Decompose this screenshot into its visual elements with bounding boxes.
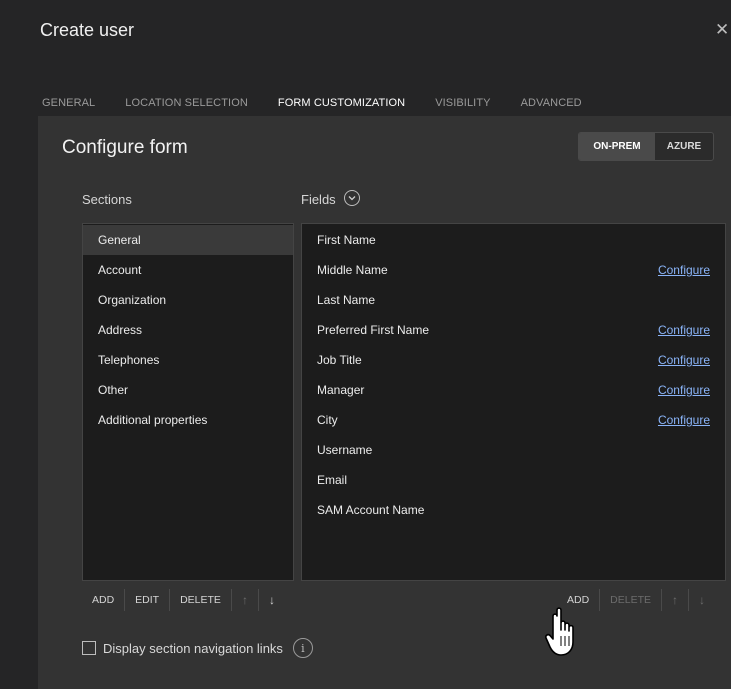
- field-name: Manager: [317, 383, 365, 397]
- field-row[interactable]: Email: [302, 465, 725, 495]
- configure-link[interactable]: Configure: [658, 323, 710, 337]
- configure-link[interactable]: Configure: [658, 353, 710, 367]
- section-item-label: Account: [98, 263, 142, 277]
- field-row[interactable]: City Configure: [302, 405, 725, 435]
- field-name: SAM Account Name: [317, 503, 425, 517]
- dialog-title: Create user: [40, 20, 135, 40]
- section-item-label: Organization: [98, 293, 167, 307]
- section-item-organization[interactable]: Organization: [83, 285, 293, 315]
- display-nav-links-option: Display section navigation links i: [82, 638, 313, 658]
- chevron-down-circle-icon[interactable]: [344, 190, 360, 206]
- move-down-icon[interactable]: ↓: [259, 587, 285, 613]
- sections-label: Sections: [82, 192, 132, 207]
- field-row[interactable]: Middle Name Configure: [302, 255, 725, 285]
- field-name: Email: [317, 473, 348, 487]
- section-item-label: General: [98, 233, 141, 247]
- field-row[interactable]: Last Name: [302, 285, 725, 315]
- add-section-button[interactable]: ADD: [82, 587, 124, 613]
- tab-bar: GENERAL LOCATION SELECTION FORM CUSTOMIZ…: [42, 97, 612, 109]
- section-item-label: Additional properties: [98, 413, 208, 427]
- section-item-other[interactable]: Other: [83, 375, 293, 405]
- hand-cursor-icon: [545, 607, 574, 656]
- mode-toggle: ON-PREM AZURE: [578, 132, 714, 161]
- field-name: Last Name: [317, 293, 376, 307]
- configure-link[interactable]: Configure: [658, 383, 710, 397]
- section-item-label: Address: [98, 323, 143, 337]
- field-row[interactable]: Username: [302, 435, 725, 465]
- display-nav-links-label: Display section navigation links: [103, 640, 283, 656]
- on-prem-button[interactable]: ON-PREM: [579, 133, 655, 160]
- tab-form-customization[interactable]: FORM CUSTOMIZATION: [278, 97, 405, 109]
- delete-section-button[interactable]: DELETE: [170, 587, 231, 613]
- section-item-account[interactable]: Account: [83, 255, 293, 285]
- tab-general[interactable]: GENERAL: [42, 97, 95, 109]
- field-row[interactable]: First Name: [302, 225, 725, 255]
- field-row[interactable]: Preferred First Name Configure: [302, 315, 725, 345]
- field-move-up-icon[interactable]: ↑: [662, 587, 688, 613]
- field-name: City: [317, 413, 338, 427]
- field-row[interactable]: Manager Configure: [302, 375, 725, 405]
- field-row[interactable]: SAM Account Name: [302, 495, 725, 525]
- move-up-icon[interactable]: ↑: [232, 587, 258, 613]
- delete-field-button[interactable]: DELETE: [600, 587, 661, 613]
- field-row[interactable]: Job Title Configure: [302, 345, 725, 375]
- tab-visibility[interactable]: VISIBILITY: [435, 97, 490, 109]
- info-icon[interactable]: i: [292, 638, 313, 658]
- sections-list: General Account Organization Address Tel…: [82, 223, 294, 581]
- fields-label: Fields: [301, 192, 336, 207]
- field-name: Job Title: [317, 353, 362, 367]
- configure-link[interactable]: Configure: [658, 413, 710, 427]
- field-name: Preferred First Name: [317, 323, 430, 337]
- close-icon[interactable]: ✕: [715, 20, 731, 40]
- configure-link[interactable]: Configure: [658, 263, 710, 277]
- tab-advanced[interactable]: ADVANCED: [521, 97, 582, 109]
- edit-section-button[interactable]: EDIT: [125, 587, 169, 613]
- azure-button[interactable]: AZURE: [655, 133, 713, 160]
- tab-location-selection[interactable]: LOCATION SELECTION: [125, 97, 248, 109]
- sections-toolbar: ADD EDIT DELETE ↑ ↓: [82, 587, 285, 613]
- field-move-down-icon[interactable]: ↓: [689, 587, 715, 613]
- section-item-additional-properties[interactable]: Additional properties: [83, 405, 293, 435]
- field-name: First Name: [317, 233, 376, 247]
- section-item-address[interactable]: Address: [83, 315, 293, 345]
- section-item-label: Telephones: [98, 353, 160, 367]
- panel-title: Configure form: [62, 137, 188, 158]
- display-nav-links-checkbox[interactable]: [82, 641, 96, 655]
- field-name: Username: [317, 443, 373, 457]
- field-name: Middle Name: [317, 263, 388, 277]
- section-item-telephones[interactable]: Telephones: [83, 345, 293, 375]
- section-item-general[interactable]: General: [83, 225, 293, 255]
- configure-form-panel: Configure form ON-PREM AZURE Sections Fi…: [38, 116, 731, 689]
- section-item-label: Other: [98, 383, 129, 397]
- fields-list: First Name Middle Name Configure Last Nam…: [301, 223, 726, 581]
